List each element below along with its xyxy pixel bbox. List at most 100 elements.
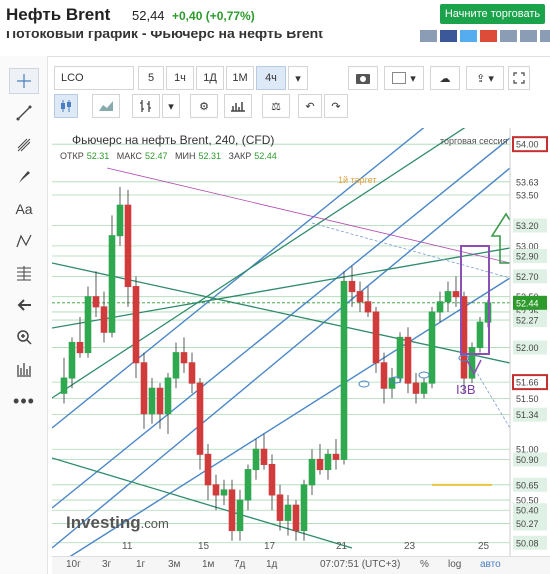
- candle-body: [92, 296, 100, 308]
- candle-body: [308, 458, 316, 486]
- fork-icon[interactable]: [9, 132, 39, 158]
- range-3y[interactable]: 3г: [102, 559, 111, 570]
- wave-label: I3B: [456, 382, 476, 397]
- page-subtitle: Потоковый график - Фьючерс на нефть Bren…: [6, 25, 323, 41]
- share-icon[interactable]: [440, 30, 457, 42]
- candle-body: [300, 484, 308, 532]
- interval-1d[interactable]: 1Д: [196, 66, 224, 90]
- chart-canvas: 53.6353.5053.0052.5051.5051.0050.5053.20…: [51, 57, 550, 569]
- candle-body: [460, 296, 468, 379]
- trendline-icon[interactable]: [9, 100, 39, 126]
- time-tick-label: 17: [264, 541, 276, 552]
- candle-body: [116, 204, 124, 237]
- candle-body: [428, 311, 436, 384]
- green-channel-line: [51, 262, 511, 364]
- share-icon[interactable]: [460, 30, 477, 42]
- zoom-icon[interactable]: [9, 324, 39, 350]
- candle-body: [132, 286, 140, 364]
- purple-line: [106, 167, 511, 264]
- time-tick-label: 15: [198, 541, 210, 552]
- price-tick-label: 52.00: [516, 343, 539, 353]
- share-icon[interactable]: [520, 30, 537, 42]
- crosshair-icon[interactable]: [9, 68, 39, 94]
- touch-circle: [418, 371, 430, 379]
- range-1d[interactable]: 1д: [266, 559, 277, 570]
- candle-body: [220, 489, 228, 496]
- color-picker[interactable]: ▾: [384, 66, 424, 90]
- price-chart[interactable]: 53.6353.5053.0052.5051.5051.0050.5053.20…: [51, 57, 550, 569]
- settings-gear-icon[interactable]: ⚙: [190, 94, 218, 118]
- brush-icon[interactable]: [9, 164, 39, 190]
- compare-icon[interactable]: ⚖: [262, 94, 290, 118]
- interval-1h[interactable]: 1ч: [166, 66, 194, 90]
- upload-icon[interactable]: ⇪ ▾: [466, 66, 504, 90]
- chevron-down-icon[interactable]: ▾: [162, 94, 180, 118]
- candle-body: [380, 362, 388, 389]
- symbol-input[interactable]: LCO: [54, 66, 134, 90]
- text-tool-icon[interactable]: Aa: [9, 196, 39, 222]
- candle-body: [60, 377, 68, 394]
- candle-body: [228, 489, 236, 532]
- candle-body: [372, 311, 380, 364]
- investing-watermark: Investing.com: [66, 513, 169, 532]
- range-3m[interactable]: 3м: [168, 559, 180, 570]
- undo-icon[interactable]: ↶: [298, 94, 322, 118]
- share-icon[interactable]: [540, 30, 550, 42]
- price-tick-label: 54.00: [516, 140, 539, 150]
- candles-icon[interactable]: [54, 94, 78, 118]
- candle-body: [196, 382, 204, 455]
- candle-body: [108, 235, 116, 333]
- candle-body: [68, 341, 76, 379]
- back-arrow-icon[interactable]: [9, 292, 39, 318]
- log-toggle[interactable]: log: [448, 559, 461, 570]
- range-7d[interactable]: 7д: [234, 559, 245, 570]
- share-icon[interactable]: [480, 30, 497, 42]
- range-1m[interactable]: 1м: [202, 559, 214, 570]
- interval-4h[interactable]: 4ч: [256, 66, 286, 90]
- candle-body: [268, 463, 276, 496]
- clock: 07:07:51 (UTC+3): [320, 559, 401, 570]
- candle-body: [244, 469, 252, 501]
- price-tick-label: 50.40: [516, 506, 539, 516]
- start-trading-button[interactable]: Начните торговать: [440, 4, 545, 24]
- candle-body: [252, 448, 260, 471]
- interval-1m[interactable]: 1М: [226, 66, 254, 90]
- indicators-icon[interactable]: [224, 94, 252, 118]
- cloud-icon[interactable]: ☁: [430, 66, 460, 90]
- price-tick-label: 50.65: [516, 480, 539, 490]
- fullscreen-icon[interactable]: [508, 66, 530, 90]
- candle-body: [452, 291, 460, 298]
- range-1y[interactable]: 1г: [136, 559, 145, 570]
- range-10y[interactable]: 10г: [66, 559, 81, 570]
- camera-icon[interactable]: [348, 66, 378, 90]
- auto-toggle[interactable]: авто: [480, 559, 501, 570]
- price-tick-label: 53.50: [516, 191, 539, 201]
- candle-body: [420, 382, 428, 394]
- drawing-toolbar: Aa •••: [0, 56, 48, 574]
- candle-body: [236, 499, 244, 532]
- share-icon[interactable]: [500, 30, 517, 42]
- close-value: 52.44: [254, 151, 277, 161]
- time-tick-label: 11: [122, 541, 133, 552]
- price-tick-label: 51.66: [516, 378, 539, 388]
- pattern-icon[interactable]: [9, 228, 39, 254]
- candle-body: [172, 352, 180, 379]
- candle-body: [76, 341, 84, 354]
- open-label: ОТКР: [60, 151, 84, 161]
- redo-icon[interactable]: ↷: [324, 94, 348, 118]
- interval-5[interactable]: 5: [138, 66, 164, 90]
- percent-toggle[interactable]: %: [420, 559, 429, 570]
- session-label: торговая сессия: [440, 136, 508, 146]
- area-chart-icon[interactable]: [92, 94, 120, 118]
- chevron-down-icon[interactable]: ▾: [288, 66, 308, 90]
- candle-body: [332, 453, 340, 460]
- more-icon[interactable]: •••: [9, 388, 39, 414]
- measure-icon[interactable]: [9, 356, 39, 382]
- price-tick-label: 50.27: [516, 519, 539, 529]
- candle-body: [180, 352, 188, 364]
- share-icon[interactable]: [420, 30, 437, 42]
- fibonacci-icon[interactable]: [9, 260, 39, 286]
- price-tick-label: 51.50: [516, 394, 539, 404]
- bars-icon[interactable]: [132, 94, 160, 118]
- current-price: 52,44: [132, 8, 165, 23]
